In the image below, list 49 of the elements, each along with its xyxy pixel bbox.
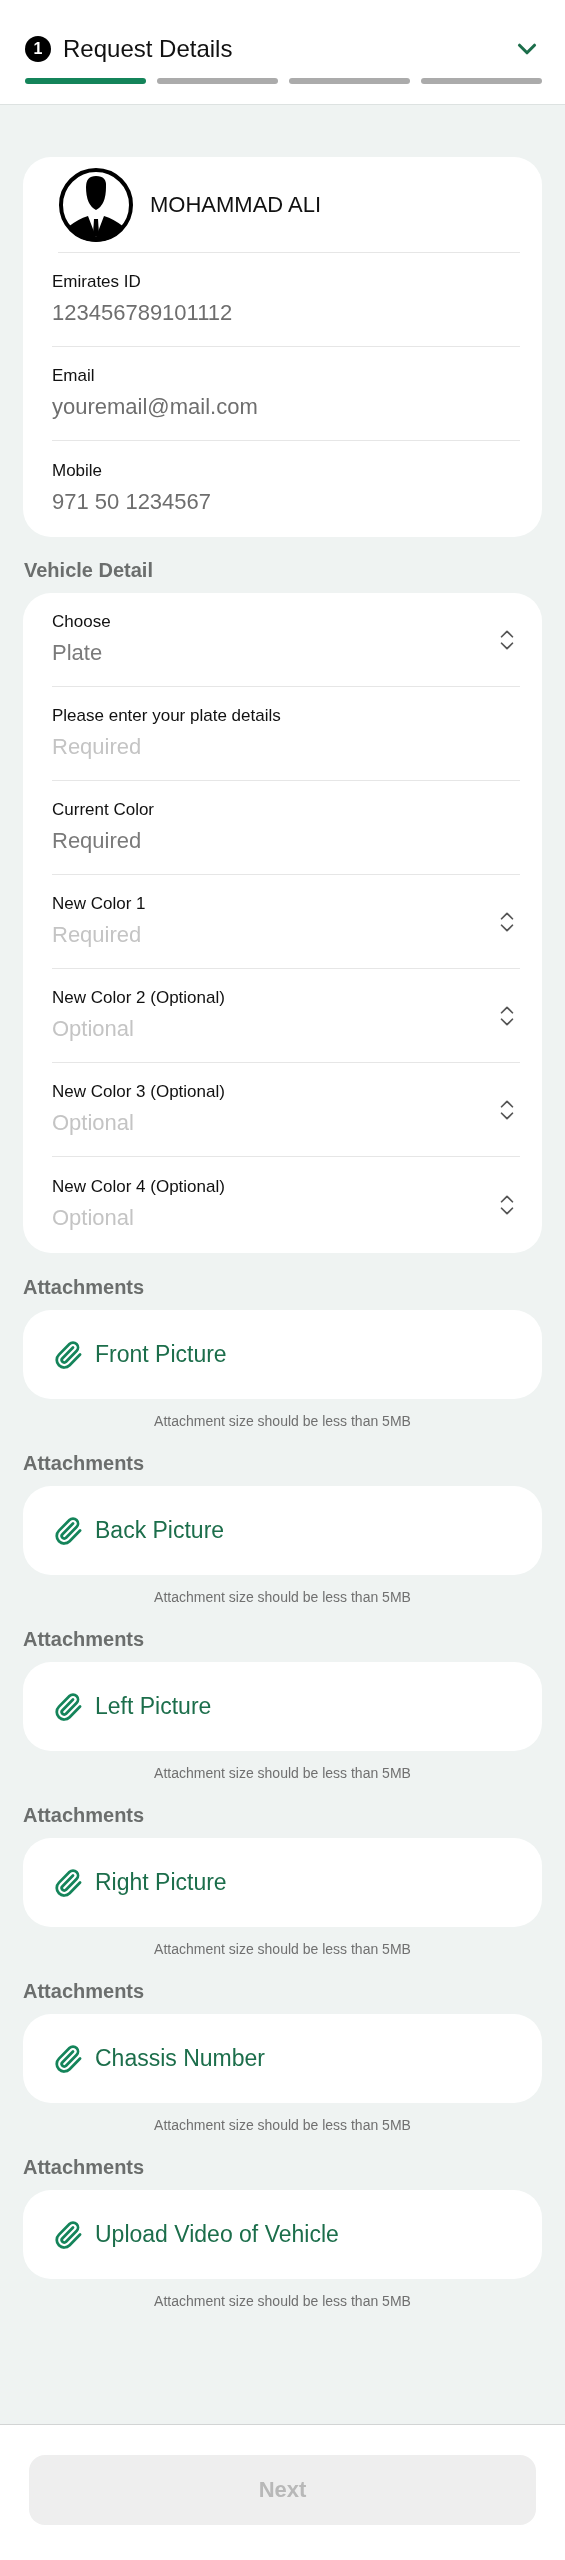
field-label: Emirates ID	[52, 271, 142, 292]
paperclip-icon	[53, 1339, 83, 1370]
select-field[interactable]: Optional	[52, 1015, 494, 1042]
section-heading: Attachments	[23, 1803, 146, 1827]
select-field[interactable]: Plate	[52, 639, 494, 666]
field-label: New Color 2 (Optional)	[52, 987, 226, 1008]
field-label: New Color 4 (Optional)	[52, 1177, 226, 1197]
field-label: Please enter your plate details	[52, 705, 282, 726]
field-label: Current Color	[52, 799, 156, 820]
section-heading: Attachments	[23, 1979, 146, 2003]
section-heading: Attachments	[23, 2155, 146, 2179]
size-note: Attachment size should be less than 5MB	[154, 2293, 411, 2309]
paperclip-icon	[53, 2219, 83, 2250]
attach-button[interactable]: Right Picture	[23, 1838, 542, 1927]
field-label: Choose	[52, 611, 112, 632]
input-field[interactable]: Required	[52, 733, 520, 760]
step-number: 1	[25, 36, 51, 62]
attach-button[interactable]: Chassis Number	[23, 2014, 542, 2103]
field-label: Email	[52, 365, 96, 386]
field-value: youremail@mail.com	[52, 393, 259, 420]
select-field[interactable]: Optional	[52, 1109, 494, 1136]
field-value: 123456789101112	[52, 299, 234, 326]
paperclip-icon	[53, 1515, 83, 1546]
paperclip-icon	[53, 1691, 83, 1722]
section-heading: Vehicle Detail	[24, 558, 154, 582]
size-note: Attachment size should be less than 5MB	[154, 1589, 411, 1605]
size-note: Attachment size should be less than 5MB	[154, 2117, 411, 2133]
section-heading: Attachments	[23, 1627, 146, 1651]
paperclip-icon	[53, 2043, 83, 2074]
user-name: MOHAMMAD ALI	[150, 191, 322, 218]
section-title: Request Details	[63, 35, 234, 63]
size-note: Attachment size should be less than 5MB	[154, 1941, 411, 1957]
avatar-icon	[58, 166, 134, 243]
size-note: Attachment size should be less than 5MB	[154, 1765, 411, 1781]
size-note: Attachment size should be less than 5MB	[154, 1413, 411, 1429]
attach-button[interactable]: Upload Video of Vehicle	[23, 2190, 542, 2279]
section-heading: Attachments	[23, 1275, 146, 1299]
paperclip-icon	[53, 1867, 83, 1898]
section-heading: Attachments	[23, 1451, 146, 1475]
field-label: New Color 3 (Optional)	[52, 1081, 226, 1102]
select-field[interactable]: Optional	[52, 1205, 494, 1231]
input-field[interactable]: Required	[52, 827, 520, 854]
field-label: Mobile	[52, 461, 104, 481]
attach-button[interactable]: Left Picture	[23, 1662, 542, 1751]
field-label: New Color 1	[52, 893, 147, 914]
attach-button[interactable]: Front Picture	[23, 1310, 542, 1399]
select-field[interactable]: Required	[52, 921, 494, 948]
attach-button[interactable]: Back Picture	[23, 1486, 542, 1575]
field-value: 971 50 1234567	[52, 489, 213, 515]
